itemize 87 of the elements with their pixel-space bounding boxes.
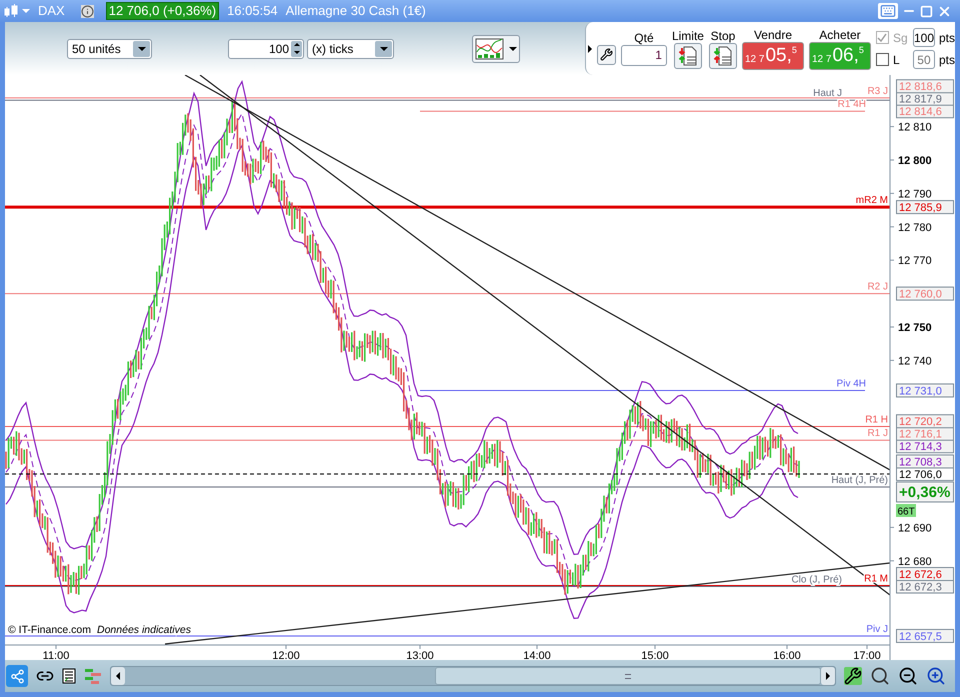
- symbol-name: DAX: [38, 2, 65, 20]
- price-tag: 12 672,3: [896, 580, 954, 594]
- zoom-out-icon[interactable]: [898, 666, 918, 686]
- limit-label: Limite: [672, 28, 704, 42]
- price-tag: 12 818,6: [896, 79, 954, 94]
- quantity-label: Qté: [634, 31, 654, 45]
- scrollbar[interactable]: [110, 666, 836, 686]
- price-tag: 12 714,3: [896, 439, 954, 454]
- candlestick-icon[interactable]: [4, 4, 18, 18]
- level-label: Piv 4H: [836, 378, 866, 390]
- level-label: Haut (J, Pré): [831, 474, 888, 486]
- price-axis-label: 12 800: [898, 155, 932, 167]
- time-axis-label: 11:00: [42, 650, 70, 660]
- share-button[interactable]: [6, 665, 28, 687]
- level-label: Clo (J, Pré): [791, 574, 842, 586]
- price-axis-label: 12 750: [898, 322, 932, 334]
- time-axis-label: 13:00: [406, 650, 434, 660]
- zoom-fit-icon[interactable]: [870, 666, 890, 686]
- stop-order-button[interactable]: [708, 42, 737, 68]
- quote-time: 16:05:54: [227, 2, 278, 20]
- tick-unit-select[interactable]: (x) ticks: [307, 38, 394, 58]
- level-label: Piv J: [866, 624, 888, 635]
- price-tag: 12 708,3: [896, 454, 954, 468]
- l-checkbox[interactable]: [876, 53, 889, 66]
- price-button-label: Acheter: [819, 28, 861, 42]
- checkbox-label: L: [892, 52, 901, 68]
- price-tag: 12 785,9: [896, 200, 954, 214]
- level-label: R2 J: [867, 282, 888, 293]
- zoom-in-icon[interactable]: [926, 666, 946, 686]
- settings-button[interactable]: [597, 44, 616, 64]
- price-axis-label: 12 770: [898, 255, 932, 268]
- scroll-thumb[interactable]: [435, 667, 821, 685]
- price-tag: 12 817,9: [896, 92, 954, 106]
- dropdown-caret-icon[interactable]: [375, 40, 392, 56]
- maximize-icon[interactable]: [920, 4, 933, 18]
- copyright-text: © IT-Finance.com: [8, 624, 92, 636]
- price-tag: 12 731,0: [896, 383, 954, 398]
- price-axis-label: 12 680: [898, 556, 932, 568]
- keyboard-icon[interactable]: [878, 3, 898, 19]
- chart-settings-icon[interactable]: [844, 667, 862, 685]
- caret-icon[interactable]: [509, 46, 517, 50]
- period-select[interactable]: 50 unités: [67, 38, 152, 58]
- stop-label: Stop: [710, 28, 736, 42]
- scroll-left-icon[interactable]: [111, 667, 125, 685]
- disclaimer-text: Données indicatives: [97, 624, 191, 636]
- time-axis-label: 17:00: [853, 650, 881, 660]
- price-axis-label: 12 790: [898, 188, 932, 200]
- price-tag: 12 760,0: [896, 286, 954, 301]
- time-axis-label: 12:00: [272, 650, 300, 660]
- price-tag: 12 716,1: [896, 426, 954, 441]
- time-axis-label: 16:00: [773, 650, 801, 660]
- instrument-name: Allemagne 30 Cash (1€): [286, 2, 426, 20]
- scroll-right-icon[interactable]: [821, 667, 835, 685]
- time-axis-label: 15:00: [641, 650, 669, 660]
- time-axis-label: 14:00: [523, 650, 551, 660]
- settings-icon[interactable]: [600, 48, 613, 61]
- tick-count-field[interactable]: 100: [228, 38, 304, 58]
- expand-arrow-icon[interactable]: [588, 44, 592, 52]
- level-label: Haut J: [813, 88, 842, 100]
- level-label: mR2 M: [856, 195, 888, 206]
- level-label: R1 H: [865, 414, 888, 426]
- level-label: R1 4H: [838, 99, 866, 110]
- price-tag: 12 720,2: [896, 414, 954, 428]
- price-tag: 12 814,6: [896, 104, 954, 118]
- quantity-field[interactable]: 1: [620, 45, 667, 66]
- price-axis-label: 12 810: [898, 122, 932, 134]
- price-axis-label: 12 690: [898, 522, 932, 534]
- price-button-label: Vendre: [754, 28, 792, 42]
- indicator-button[interactable]: [472, 34, 520, 62]
- price-tag: 12 672,6: [896, 567, 954, 582]
- quote-badge: 12 706,0 (+0,36%): [106, 2, 220, 20]
- list-icon[interactable]: [62, 668, 76, 684]
- price-axis-label: 12 740: [898, 355, 932, 368]
- tick-count-badge: 66T: [896, 504, 916, 518]
- level-label: R1 J: [867, 428, 888, 440]
- checkbox-label: Sg: [892, 30, 909, 46]
- points-unit: pts: [938, 52, 955, 68]
- points-field[interactable]: 50: [912, 50, 935, 69]
- level-label: R3 J: [867, 86, 888, 97]
- spinner-icon[interactable]: [291, 40, 302, 56]
- limit-order-button[interactable]: [674, 42, 702, 68]
- price-tag: 12 657,5: [896, 628, 954, 643]
- points-unit: pts: [938, 30, 955, 46]
- dropdown-caret-icon[interactable]: [133, 40, 150, 56]
- change-badge: +0,36%: [896, 481, 954, 502]
- price-axis-label: 12 780: [898, 222, 932, 234]
- info-icon[interactable]: [80, 4, 94, 18]
